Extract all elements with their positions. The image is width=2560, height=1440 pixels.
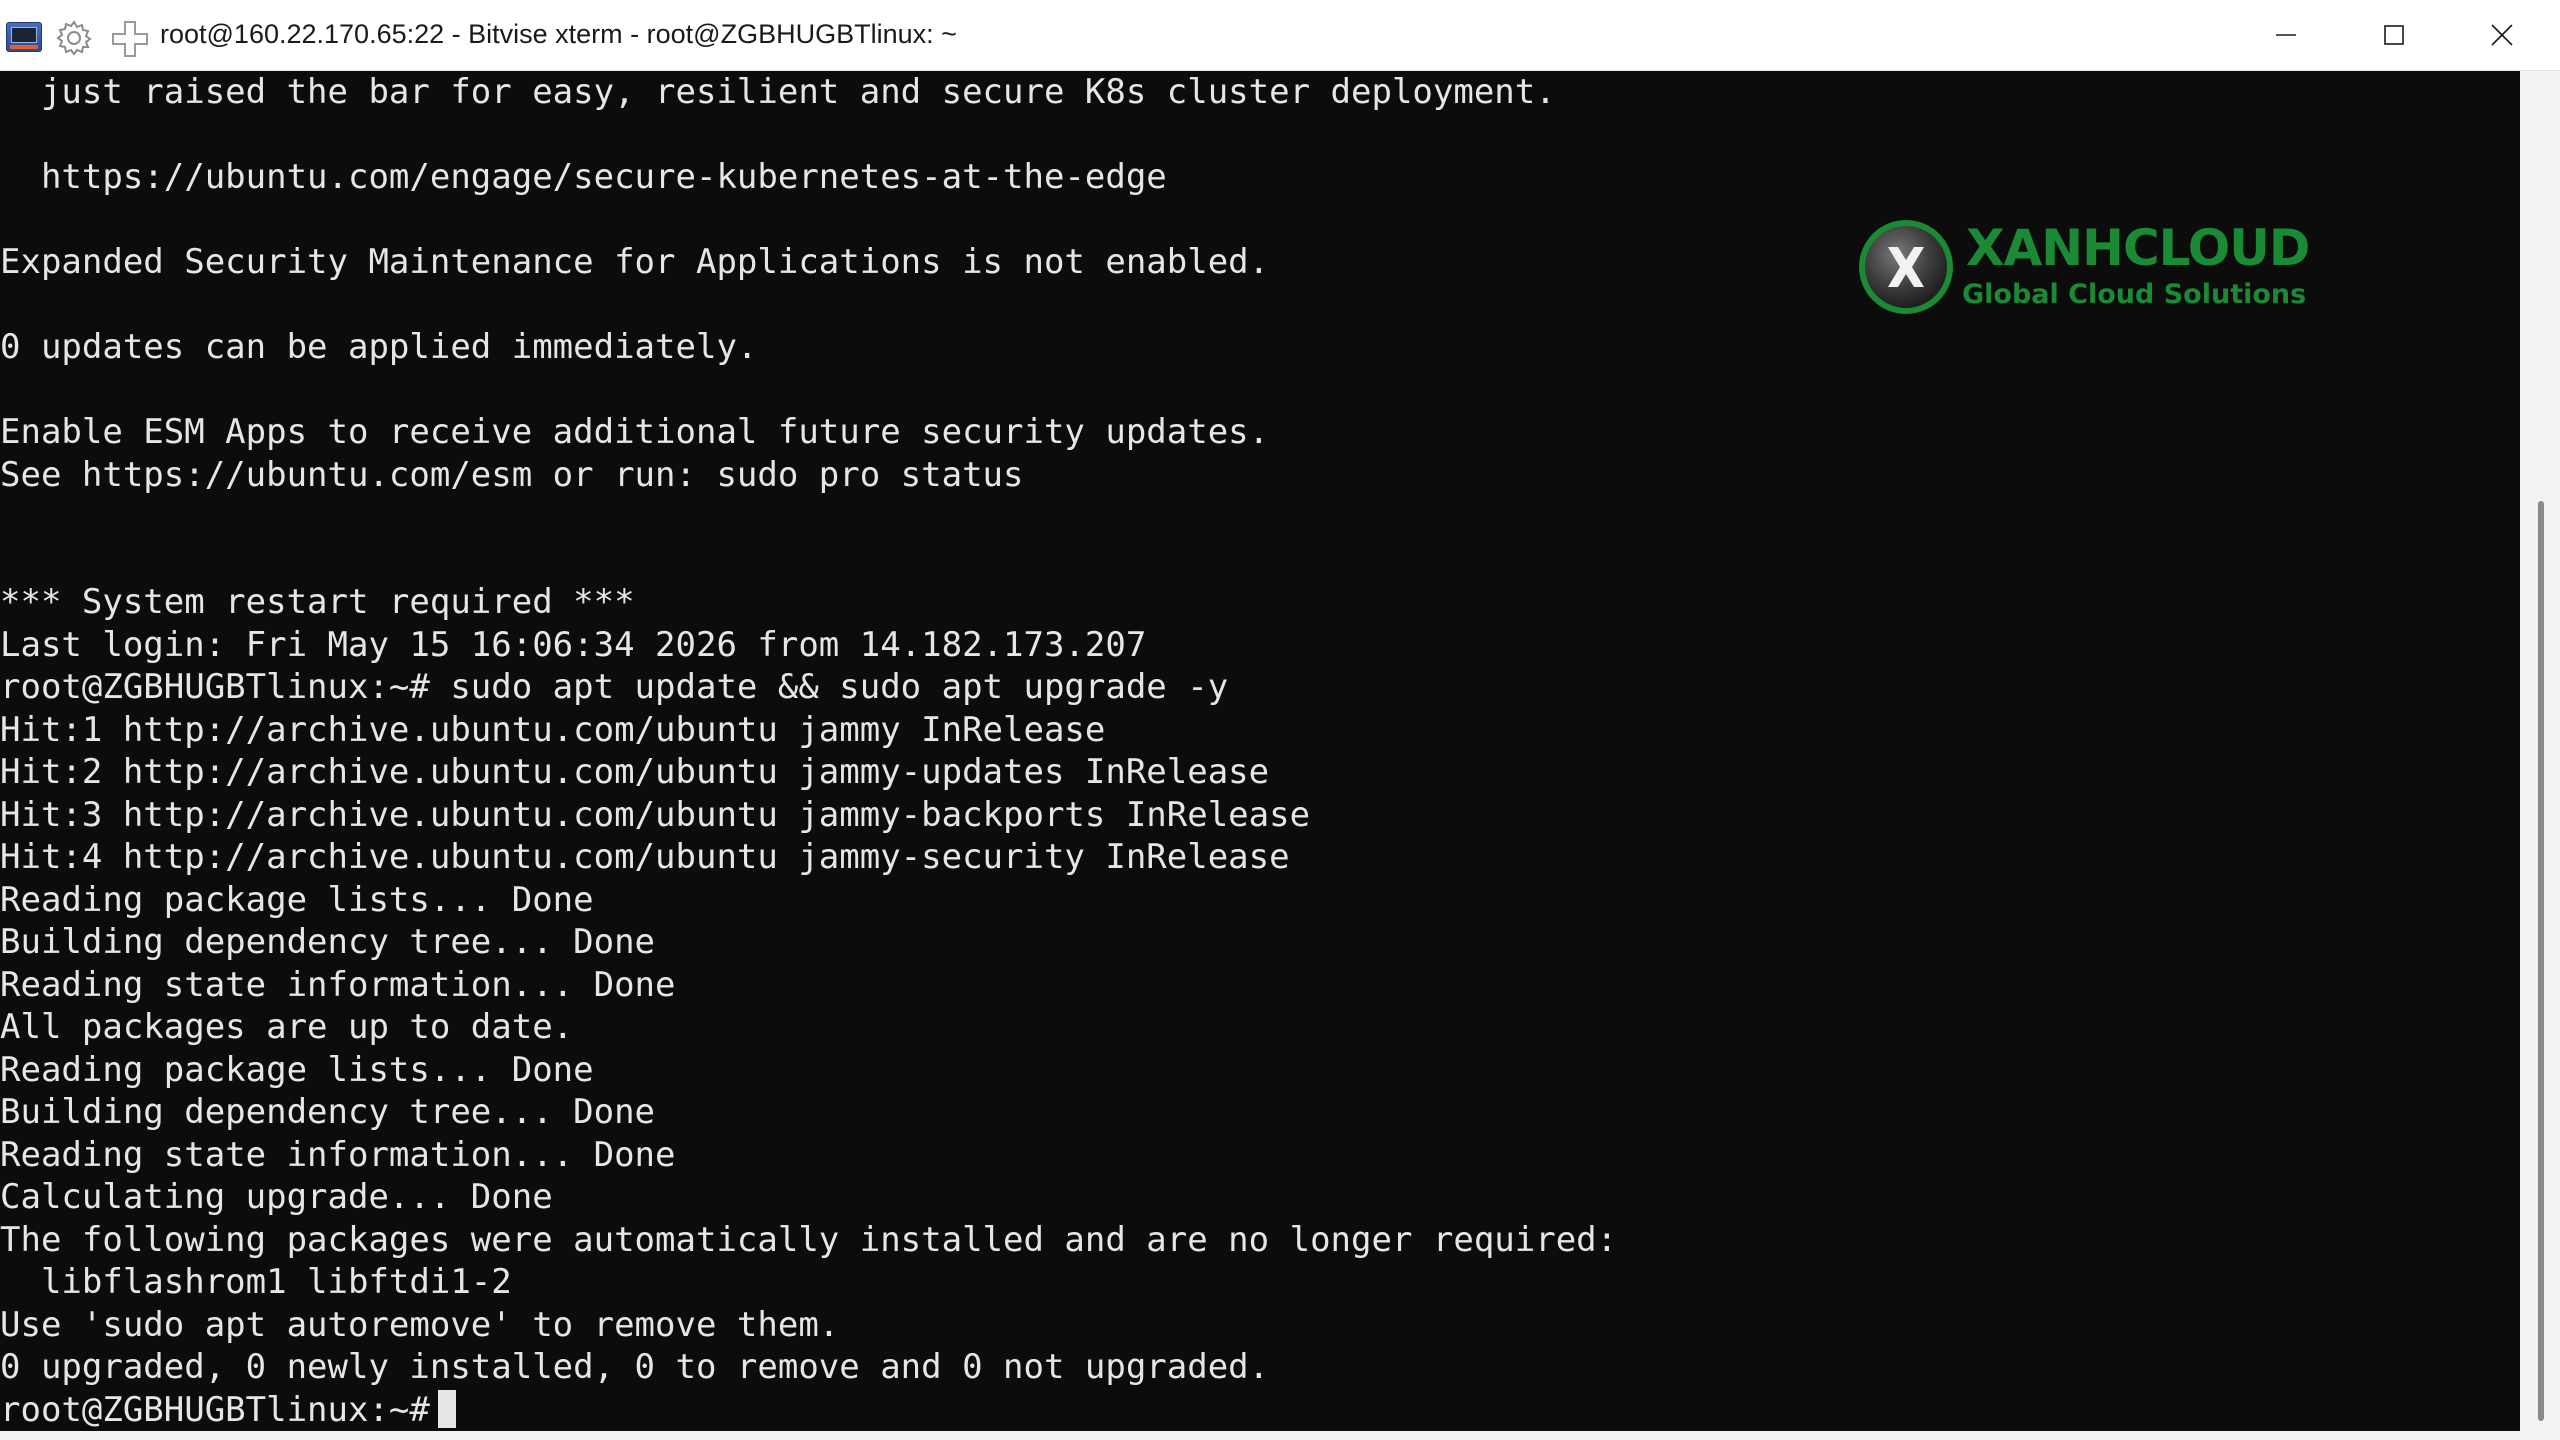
terminal-line: *** System restart required *** [0,582,635,622]
terminal-line: Last login: Fri May 15 16:06:34 2026 fro… [0,624,1147,665]
terminal-line: Building dependency tree... Done [0,1092,656,1132]
terminal-line: Hit:4 http://archive.ubuntu.com/ubuntu j… [0,837,1290,877]
xanhcloud-logo: XANHCLOUD Global Cloud Solutions [1856,217,2316,323]
terminal-line: just raised the bar for easy, resilient … [0,72,1556,112]
terminal-line: Reading package lists... Done [0,1049,594,1090]
terminal-line: 0 updates can be applied immediately. [0,327,758,367]
bitvise-app-icon[interactable] [6,22,42,52]
text-cursor [437,1389,456,1428]
terminal-window: root@160.22.170.65:22 - Bitvise xterm - … [0,0,2560,1440]
terminal-line: 0 upgraded, 0 newly installed, 0 to remo… [0,1347,1270,1387]
terminal-line: Building dependency tree... Done [0,922,656,962]
logo-tagline: Global Cloud Solutions [1962,279,2307,310]
terminal-output-area[interactable]: just raised the bar for easy, resilient … [0,71,2520,1431]
title-bar[interactable]: root@160.22.170.65:22 - Bitvise xterm - … [0,0,2560,71]
logo-x-icon [1859,220,1953,314]
minimize-button[interactable] [2232,0,2340,70]
close-button[interactable] [2448,0,2556,70]
terminal-line: Calculating upgrade... Done [0,1177,553,1217]
maximize-icon [2384,25,2404,45]
terminal-line: Reading state information... Done [0,1134,676,1175]
logo-name: XANHCLOUD [1966,219,2310,277]
prompt-line[interactable]: root@ZGBHUGBTlinux:~# [0,1389,1617,1432]
window-bottom-edge [0,1431,2560,1440]
terminal-line: root@ZGBHUGBTlinux:~# sudo apt update &&… [0,667,1229,707]
terminal-line: Enable ESM Apps to receive additional fu… [0,412,1270,452]
terminal-line: See https://ubuntu.com/esm or run: sudo … [0,454,1024,495]
terminal-line: https://ubuntu.com/engage/secure-kuberne… [0,157,1167,197]
shell-prompt: root@ZGBHUGBTlinux:~# [0,1389,430,1430]
gear-icon[interactable] [54,18,94,58]
terminal-line: Reading state information... Done [0,964,676,1005]
terminal-line: Hit:3 http://archive.ubuntu.com/ubuntu j… [0,794,1311,835]
terminal-line: All packages are up to date. [0,1007,574,1047]
scrollbar-thumb[interactable] [2538,501,2544,1421]
minimize-icon [2276,34,2296,36]
vertical-scrollbar[interactable] [2520,71,2560,1431]
new-terminal-plus-icon[interactable] [110,19,150,59]
terminal-line: libflashrom1 libftdi1-2 [0,1262,512,1302]
terminal-line: Hit:1 http://archive.ubuntu.com/ubuntu j… [0,709,1106,750]
terminal-lines: just raised the bar for easy, resilient … [0,71,1617,1431]
window-title: root@160.22.170.65:22 - Bitvise xterm - … [160,19,957,49]
maximize-button[interactable] [2340,0,2448,70]
terminal-line: Hit:2 http://archive.ubuntu.com/ubuntu j… [0,752,1270,792]
close-icon [2491,24,2513,46]
terminal-line: Use 'sudo apt autoremove' to remove them… [0,1304,840,1345]
terminal-line: Reading package lists... Done [0,879,594,920]
terminal-line: The following packages were automaticall… [0,1219,1618,1260]
terminal-line: Expanded Security Maintenance for Applic… [0,242,1270,282]
